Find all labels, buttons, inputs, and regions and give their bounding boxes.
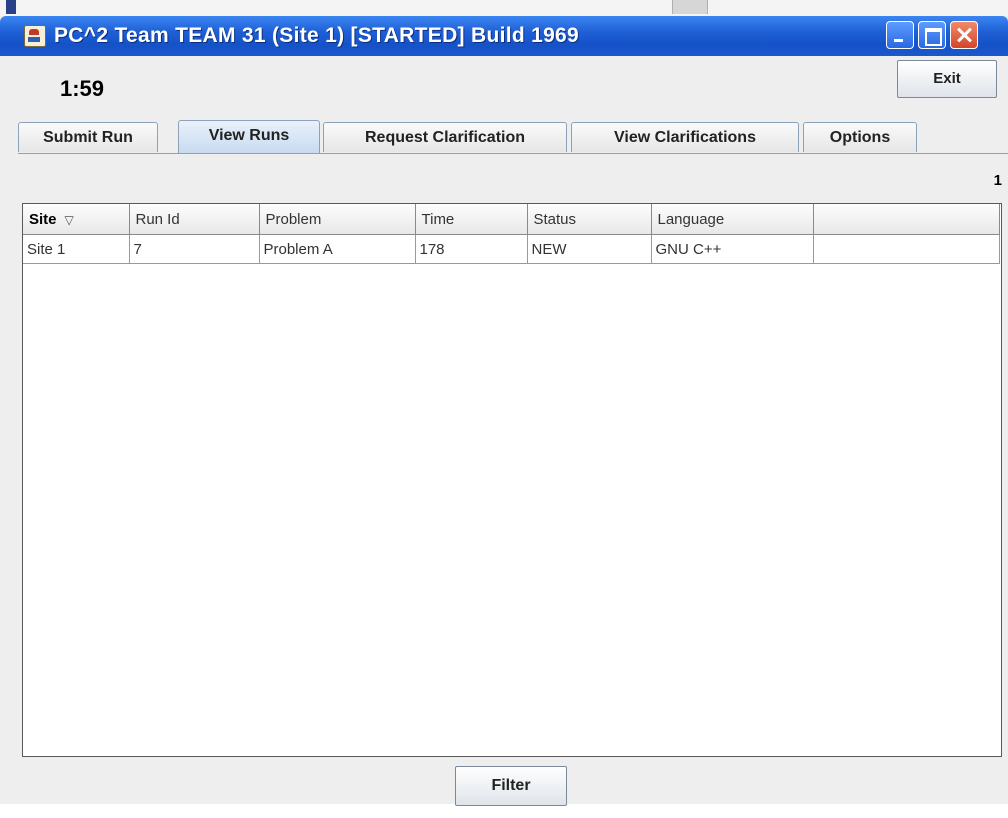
java-app-icon[interactable]: [24, 25, 46, 47]
window-title: PC^2 Team TEAM 31 (Site 1) [STARTED] Bui…: [54, 24, 580, 47]
column-header-time[interactable]: Time: [415, 204, 528, 235]
tab-view-runs[interactable]: View Runs: [178, 120, 320, 154]
run-count: 1: [993, 172, 1002, 189]
runs-table: Site ▽ Run Id Problem Time Status Languag…: [23, 204, 1000, 264]
background-decoration: [6, 0, 16, 14]
column-header-label: Site: [29, 210, 57, 228]
column-header-status[interactable]: Status: [527, 204, 652, 235]
background-decoration: [672, 0, 708, 14]
column-header-run-id[interactable]: Run Id: [129, 204, 260, 235]
cell-time: 178: [415, 234, 528, 264]
tab-options[interactable]: Options: [803, 122, 917, 152]
contest-clock: 1:59: [60, 76, 105, 101]
tab-view-clarifications[interactable]: View Clarifications: [571, 122, 799, 152]
cell-extra: [813, 234, 1000, 264]
cell-run-id: 7: [129, 234, 260, 264]
sort-descending-icon: ▽: [64, 212, 74, 227]
tab-request-clarification[interactable]: Request Clarification: [323, 122, 567, 152]
title-bar[interactable]: PC^2 Team TEAM 31 (Site 1) [STARTED] Bui…: [0, 16, 1008, 56]
pc2-team-window: PC^2 Team TEAM 31 (Site 1) [STARTED] Bui…: [0, 16, 1008, 806]
tab-submit-run[interactable]: Submit Run: [18, 122, 158, 152]
column-header-problem[interactable]: Problem: [259, 204, 416, 235]
column-header-extra[interactable]: [813, 204, 1000, 235]
minimize-button[interactable]: [886, 21, 914, 49]
view-runs-panel: 1 Site ▽ Run Id Problem Time Status Langu…: [18, 154, 1008, 806]
filter-button[interactable]: Filter: [455, 766, 567, 806]
column-header-language[interactable]: Language: [651, 204, 814, 235]
maximize-button[interactable]: [918, 21, 946, 49]
tab-bar: Submit Run View Runs Request Clarificati…: [18, 120, 1008, 154]
column-header-site[interactable]: Site ▽: [23, 204, 130, 235]
cell-language: GNU C++: [651, 234, 814, 264]
close-button[interactable]: [950, 21, 978, 49]
exit-button[interactable]: Exit: [897, 60, 997, 98]
table-header-row: Site ▽ Run Id Problem Time Status Languag…: [23, 204, 1000, 235]
cell-problem: Problem A: [259, 234, 416, 264]
cell-site: Site 1: [23, 234, 130, 264]
cell-status: NEW: [527, 234, 652, 264]
table-row[interactable]: Site 1 7 Problem A 178 NEW GNU C++: [23, 234, 1000, 264]
runs-table-container[interactable]: Site ▽ Run Id Problem Time Status Languag…: [22, 203, 1002, 757]
